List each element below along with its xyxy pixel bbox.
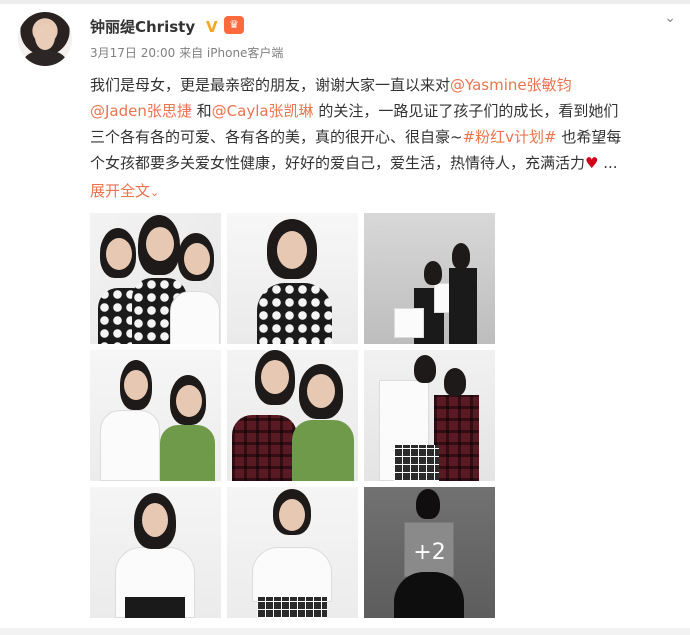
mention-yasmine[interactable]: @Yasmine张敏钧 [450,76,572,94]
photo-thumbnail[interactable] [90,487,221,618]
photo-thumbnail-more[interactable]: +2 [364,487,495,618]
author-name[interactable]: 钟丽缇Christy [90,16,195,37]
expand-full-text-link[interactable]: 展开全文⌄ [90,180,159,201]
avatar[interactable] [18,12,72,66]
caret-down-icon: ⌄ [150,186,160,199]
photo-thumbnail[interactable] [364,350,495,481]
post-line-4: 个女孩都要多关爱女性健康，好好的爱自己，爱生活，热情待人，充满活力♥ ... [90,150,675,176]
post-line-3: 三个各有各的可爱、各有各的美，真的很开心、很自豪~#粉红v计划# 也希望每 [90,124,675,150]
text-segment: 的关注，一路见证了孩子们的成长，看到她们 [313,102,619,120]
photo-thumbnail[interactable] [364,213,495,344]
text-segment: ... [598,154,618,172]
more-photos-count: +2 [413,540,446,565]
photo-thumbnail[interactable] [227,213,358,344]
post-meta: 3月17日 20:00 来自 iPhone客户端 [90,46,284,60]
chevron-down-icon[interactable]: ⌄ [664,10,676,26]
post-text: 我们是母女，更是最亲密的朋友，谢谢大家一直以来对@Yasmine张敏钧 @Jad… [90,72,675,176]
text-segment: 三个各有各的可爱、各有各的美，真的很开心、很自豪~ [90,128,463,146]
top-divider [0,0,690,4]
text-segment: 我们是母女，更是最亲密的朋友，谢谢大家一直以来对 [90,76,451,94]
bottom-divider [0,628,690,635]
mention-cayla[interactable]: @Cayla张凯琳 [212,102,314,120]
text-segment: 个女孩都要多关爱女性健康，好好的爱自己，爱生活，热情待人，充满活力 [90,154,586,172]
post-line-1: 我们是母女，更是最亲密的朋友，谢谢大家一直以来对@Yasmine张敏钧 [90,72,675,98]
post-line-2: @Jaden张思捷 和@Cayla张凯琳 的关注，一路见证了孩子们的成长，看到她… [90,98,675,124]
photo-thumbnail[interactable] [90,213,221,344]
crown-icon[interactable]: ♛ [224,16,244,34]
topic-link[interactable]: #粉红v计划# [463,128,557,146]
photo-grid: +2 [90,213,495,618]
photo-thumbnail[interactable] [90,350,221,481]
verified-icon[interactable]: V [206,18,218,36]
text-segment: 也希望每 [556,128,622,146]
text-segment: 和 [191,102,212,120]
mention-jaden[interactable]: @Jaden张思捷 [90,102,192,120]
photo-thumbnail[interactable] [227,487,358,618]
expand-label: 展开全文 [90,182,151,200]
photo-thumbnail[interactable] [227,350,358,481]
heart-icon: ♥ [585,154,599,172]
